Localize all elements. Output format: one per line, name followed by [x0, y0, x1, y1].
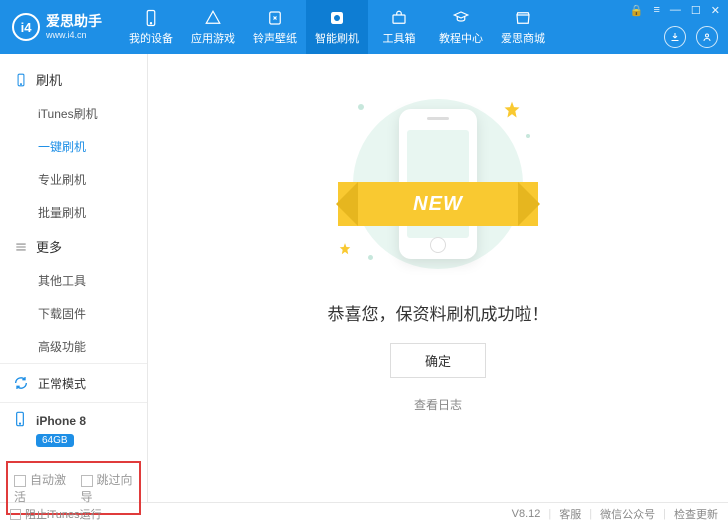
- device-name: iPhone 8: [36, 414, 86, 428]
- main-content: NEW 恭喜您，保资料刷机成功啦！ 确定 查看日志: [148, 54, 728, 502]
- auto-activate-checkbox[interactable]: 自动激活: [14, 471, 67, 505]
- mode-status[interactable]: 正常模式: [0, 363, 147, 402]
- app-url: www.i4.cn: [46, 30, 102, 41]
- device-box[interactable]: iPhone 8 64GB: [0, 402, 147, 455]
- window-controls: 🔒 ≡ — ☐ ✕: [630, 4, 720, 17]
- success-message: 恭喜您，保资料刷机成功啦！: [328, 300, 549, 325]
- sidebar-item-other[interactable]: 其他工具: [0, 264, 147, 297]
- storage-badge: 64GB: [36, 434, 74, 447]
- sidebar: 刷机 iTunes刷机 一键刷机 专业刷机 批量刷机 更多 其他工具 下载固件 …: [0, 54, 148, 502]
- sidebar-item-advanced[interactable]: 高级功能: [0, 330, 147, 363]
- new-ribbon: NEW: [338, 182, 538, 226]
- sidebar-item-batch[interactable]: 批量刷机: [0, 196, 147, 229]
- mode-label: 正常模式: [38, 375, 86, 392]
- tab-flash[interactable]: 智能刷机: [306, 0, 368, 54]
- tab-tutorial[interactable]: 教程中心: [430, 0, 492, 54]
- sidebar-group-more: 更多: [0, 229, 147, 264]
- sidebar-item-firmware[interactable]: 下载固件: [0, 297, 147, 330]
- minimize-icon[interactable]: —: [670, 4, 681, 17]
- ok-button[interactable]: 确定: [390, 343, 486, 378]
- star-icon: [502, 100, 522, 120]
- lock-icon[interactable]: 🔒: [630, 4, 644, 17]
- logo-icon: i4: [12, 13, 40, 41]
- main-tabs: 我的设备 应用游戏 铃声壁纸 智能刷机 工具箱 教程中心 爱思商城: [120, 0, 554, 54]
- wechat-link[interactable]: 微信公众号: [600, 506, 655, 522]
- skip-guide-checkbox[interactable]: 跳过向导: [81, 471, 134, 505]
- block-itunes-checkbox[interactable]: 阻止iTunes运行: [10, 506, 102, 522]
- close-icon[interactable]: ✕: [711, 4, 720, 17]
- phone-icon: [12, 411, 28, 430]
- version-label: V8.12: [512, 508, 541, 520]
- app-logo: i4 爱思助手 www.i4.cn: [0, 13, 114, 41]
- view-log-link[interactable]: 查看日志: [414, 396, 462, 413]
- phone-icon: [14, 73, 28, 87]
- sidebar-group-flash: 刷机: [0, 62, 147, 97]
- sidebar-item-pro[interactable]: 专业刷机: [0, 163, 147, 196]
- sidebar-item-oneclick[interactable]: 一键刷机: [0, 130, 147, 163]
- refresh-icon: [12, 374, 30, 392]
- tab-tools[interactable]: 工具箱: [368, 0, 430, 54]
- tab-ringtone[interactable]: 铃声壁纸: [244, 0, 306, 54]
- maximize-icon[interactable]: ☐: [691, 4, 701, 17]
- star-icon: [338, 242, 352, 256]
- tab-mall[interactable]: 爱思商城: [492, 0, 554, 54]
- tab-apps[interactable]: 应用游戏: [182, 0, 244, 54]
- menu-icon[interactable]: ≡: [653, 4, 659, 17]
- user-icon[interactable]: [696, 26, 718, 48]
- list-icon: [14, 240, 28, 254]
- download-icon[interactable]: [664, 26, 686, 48]
- tab-device[interactable]: 我的设备: [120, 0, 182, 54]
- success-illustration: NEW: [328, 94, 548, 274]
- sidebar-item-itunes[interactable]: iTunes刷机: [0, 97, 147, 130]
- update-link[interactable]: 检查更新: [674, 506, 718, 522]
- titlebar: i4 爱思助手 www.i4.cn 我的设备 应用游戏 铃声壁纸 智能刷机 工具…: [0, 0, 728, 54]
- support-link[interactable]: 客服: [559, 506, 581, 522]
- app-name: 爱思助手: [46, 13, 102, 30]
